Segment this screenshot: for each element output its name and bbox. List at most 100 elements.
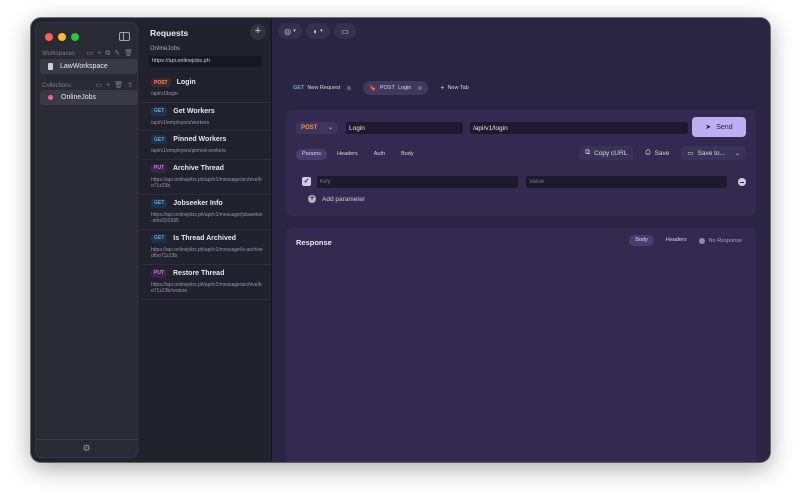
- folder-icon[interactable]: ▭: [87, 50, 94, 57]
- tab-method: GET: [293, 85, 305, 91]
- copy-icon[interactable]: ⧉: [105, 50, 110, 57]
- request-name-input[interactable]: [346, 122, 463, 134]
- tab-auth[interactable]: Auth: [368, 149, 391, 160]
- sidebar-item-collection[interactable]: OnlineJobs: [40, 90, 137, 105]
- request-item-restore-thread[interactable]: PUT Restore Thread https://api.onlinejob…: [141, 265, 271, 300]
- chevron-down-icon: ⌄: [734, 150, 740, 157]
- method-badge: GET: [151, 106, 168, 116]
- request-name: Login: [176, 79, 196, 86]
- request-path: https://api.onlinejobs.ph/api/v1/message…: [151, 176, 262, 190]
- request-path: https://api.onlinejobs.ph/api/v1/message…: [151, 281, 262, 295]
- request-item-jobseeker-info[interactable]: GET Jobseeker Info https://api.onlinejob…: [141, 195, 271, 230]
- theme-palette-button[interactable]: ◎ ▾: [278, 23, 302, 39]
- method-badge: GET: [151, 198, 168, 208]
- request-item-login[interactable]: POST Login /api/v1/login: [141, 74, 271, 103]
- save-icon: ⎙: [645, 149, 651, 156]
- tab-new-request[interactable]: GET New Request ⊗: [287, 81, 357, 95]
- requests-title: Requests: [150, 28, 189, 38]
- response-status: No Response: [698, 237, 742, 244]
- response-card: Response Body Headers No Response: [286, 228, 756, 462]
- edit-icon[interactable]: ✎: [114, 50, 120, 57]
- new-tab-label: New Tab: [447, 85, 469, 91]
- collection-dot-icon: [48, 95, 53, 100]
- copy-icon: ⧉: [585, 149, 591, 156]
- request-actions: ⧉ Copy cURL ⎙ Save ▭ Save to... ⌄: [579, 146, 746, 160]
- folder-icon[interactable]: ▭: [96, 82, 103, 89]
- close-window-button[interactable]: [45, 33, 53, 41]
- sidebar-item-workspace[interactable]: LawWorkspace: [40, 59, 137, 74]
- close-tab-icon[interactable]: ⊗: [346, 85, 351, 92]
- method-badge: PUT: [151, 268, 167, 278]
- gear-icon[interactable]: ⚙: [82, 443, 90, 454]
- close-tab-icon[interactable]: ⊗: [417, 85, 422, 92]
- new-tab-button[interactable]: + New Tab: [434, 81, 474, 95]
- request-item-pinned-workers[interactable]: GET Pinned Workers /api/v1/employers/pin…: [141, 131, 271, 160]
- trash-icon[interactable]: 🗑: [114, 82, 123, 89]
- param-enabled-checkbox[interactable]: ✓: [302, 177, 311, 186]
- contrast-icon: ◐: [313, 26, 319, 36]
- request-item-get-workers[interactable]: GET Get Workers /api/v1/employers/worker…: [141, 103, 271, 131]
- copy-curl-button[interactable]: ⧉ Copy cURL: [579, 146, 634, 160]
- plus-icon: +: [308, 195, 316, 203]
- chevron-down-icon: ▾: [293, 28, 296, 34]
- sidebar-panel: Workspaces ▭ + ⧉ ✎ 🗑 LawWorkspace Collec…: [35, 22, 138, 458]
- chevron-down-icon: ▾: [320, 28, 323, 34]
- minimize-window-button[interactable]: [58, 33, 66, 41]
- request-name: Archive Thread: [173, 164, 224, 172]
- request-name: Restore Thread: [173, 269, 225, 277]
- send-label: Send: [716, 123, 733, 131]
- tab-login[interactable]: 🔖 POST Login ⊗: [363, 81, 429, 95]
- request-item-archive-thread[interactable]: PUT Archive Thread https://api.onlinejob…: [141, 160, 271, 195]
- tab-body[interactable]: Body: [395, 149, 420, 160]
- sidebar-toggle-icon[interactable]: [119, 32, 130, 41]
- param-value-input[interactable]: [526, 176, 727, 188]
- request-sub-tabs: Params Headers Auth Body: [296, 149, 420, 160]
- plus-icon: +: [440, 84, 445, 92]
- plus-icon[interactable]: +: [106, 82, 110, 89]
- trash-icon[interactable]: 🗑: [124, 50, 133, 57]
- document-icon: [48, 63, 53, 70]
- param-key-input[interactable]: [317, 176, 518, 188]
- save-to-button[interactable]: ▭ Save to... ⌄: [681, 146, 746, 160]
- send-icon: ➤: [705, 124, 712, 131]
- save-to-label: Save to...: [697, 149, 725, 157]
- tab-response-headers[interactable]: Headers: [660, 235, 693, 246]
- method-select[interactable]: POST ⌄: [296, 122, 338, 134]
- request-path: https://api.onlinejobs.ph/api/v1/message…: [151, 246, 263, 260]
- plus-icon[interactable]: +: [97, 50, 101, 57]
- bookmark-icon: 🔖: [369, 85, 377, 92]
- appearance-button[interactable]: ◐ ▾: [306, 23, 330, 39]
- request-url-input[interactable]: [470, 122, 688, 134]
- method-badge: GET: [151, 233, 168, 243]
- add-request-button[interactable]: +: [250, 24, 266, 40]
- console-button[interactable]: ▭: [334, 23, 356, 39]
- workspaces-label: Workspaces: [42, 50, 75, 57]
- tab-response-body[interactable]: Body: [629, 235, 654, 246]
- request-item-is-thread-archived[interactable]: GET Is Thread Archived https://api.onlin…: [141, 230, 271, 265]
- main-panel: ◎ ▾ ◐ ▾ ▭ GET New Request ⊗ 🔖 POST Login ⊗: [272, 18, 770, 462]
- request-name: Jobseeker Info: [173, 199, 223, 207]
- request-name: Pinned Workers: [173, 136, 227, 143]
- tab-params[interactable]: Params: [296, 149, 327, 160]
- remove-param-icon[interactable]: [738, 178, 746, 186]
- request-path: https://api.onlinejobs.ph/api/v1/message…: [151, 211, 264, 225]
- window-controls: [45, 33, 79, 41]
- upload-icon[interactable]: ⇪: [127, 82, 133, 89]
- request-tabs: GET New Request ⊗ 🔖 POST Login ⊗ + New T…: [287, 81, 475, 95]
- response-tabs: Body Headers No Response: [629, 235, 742, 246]
- zoom-window-button[interactable]: [71, 33, 79, 41]
- request-card: POST ⌄ ➤ Send Params Headers Auth Body ⧉…: [286, 110, 756, 216]
- settings-footer: ⚙: [36, 439, 137, 457]
- send-button[interactable]: ➤ Send: [692, 117, 746, 137]
- collection-name: OnlineJobs: [61, 94, 97, 101]
- method-badge: PUT: [151, 163, 167, 173]
- save-label: Save: [654, 149, 670, 157]
- tab-headers[interactable]: Headers: [331, 149, 364, 160]
- collection-base-url[interactable]: https://api.onlinejobs.ph: [149, 56, 262, 67]
- tab-method: POST: [379, 85, 395, 91]
- save-button[interactable]: ⎙ Save: [639, 146, 675, 160]
- request-path: /api/v1/login: [151, 91, 178, 97]
- method-badge: GET: [151, 135, 168, 144]
- chevron-down-icon: ⌄: [327, 125, 333, 131]
- add-parameter-button[interactable]: + Add parameter: [308, 195, 365, 203]
